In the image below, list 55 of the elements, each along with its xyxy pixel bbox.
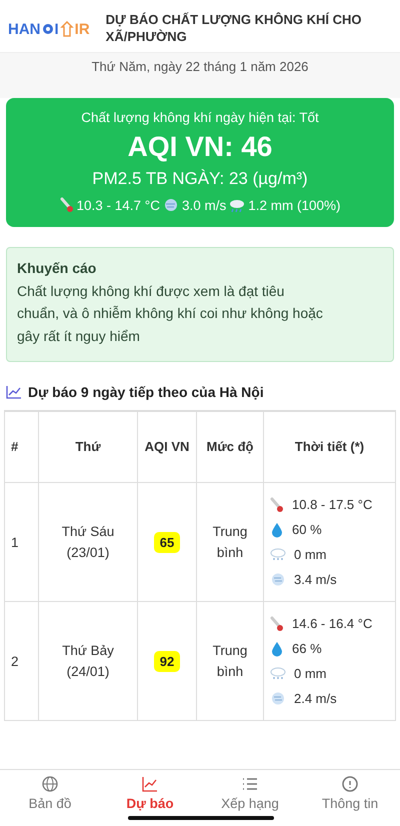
temperature-text: 10.8 - 17.5 °C xyxy=(292,497,372,512)
snow-cloud-icon xyxy=(270,666,286,682)
droplet-icon xyxy=(270,640,284,657)
droplet-icon xyxy=(270,522,284,538)
thermometer-icon xyxy=(270,496,284,513)
column-header: Mức độ xyxy=(196,412,264,483)
column-header: Thứ xyxy=(38,412,138,483)
temperature-text: 14.6 - 16.4 °C xyxy=(292,616,372,632)
nav-tab[interactable]: Bản đồ xyxy=(0,770,100,826)
day-text: Thứ Bảy xyxy=(62,642,114,660)
nav-tab[interactable]: Thông tin xyxy=(300,770,400,826)
day-text: Thứ Sáu xyxy=(62,522,114,541)
rain-text: 1.2 mm (100%) xyxy=(248,198,340,212)
page-title: DỰ BÁO CHẤT LƯỢNG KHÔNG KHÍ CHO XÃ/PHƯỜNG xyxy=(106,12,362,46)
advice-title: Khuyến cáo xyxy=(17,260,98,276)
thermometer-icon xyxy=(60,197,74,213)
thermometer-icon xyxy=(270,616,284,632)
globe-icon xyxy=(42,776,58,792)
humidity-text: 60 % xyxy=(292,522,322,538)
table-cell: 1 xyxy=(4,482,38,602)
line-chart-icon xyxy=(6,385,22,400)
column-header: # xyxy=(4,412,38,483)
date-text: (23/01) xyxy=(66,544,110,562)
aqi-badge: 92 xyxy=(154,650,180,672)
list-icon xyxy=(242,776,258,792)
nav-tab[interactable]: Dự báo xyxy=(100,770,200,826)
wind-text: 2.4 m/s xyxy=(294,691,337,706)
humidity-text: 66 % xyxy=(292,641,322,656)
wind-text: 3.0 m/s xyxy=(182,198,226,212)
table-cell: 2 xyxy=(4,602,38,721)
rain-text: 0 mm xyxy=(294,547,326,562)
column-header: AQI VN xyxy=(138,412,196,483)
aqi-value: AQI VN: 46 xyxy=(128,131,272,163)
wind-icon xyxy=(162,198,179,212)
column-header: Thời tiết (*) xyxy=(264,412,396,483)
advice-text: Chất lượng không khí được xem là đạt tiêu chuẩn, và ô nhiễm không khí coi như không hoặc gây rất ít nguy hiểm xyxy=(17,282,324,346)
wind-text: 3.4 m/s xyxy=(294,572,337,588)
rain-text: 0 mm xyxy=(294,666,326,682)
nav-tab[interactable]: Xếp hạng xyxy=(200,770,300,826)
pm25-text: PM2.5 TB NGÀY: 23 (µg/m³) xyxy=(92,169,308,189)
rain-cloud-icon xyxy=(229,198,246,212)
temperature-text: 10.3 - 14.7 °C xyxy=(76,198,160,212)
logo: HAN I IR xyxy=(8,20,90,38)
date-text: Thứ Năm, ngày 22 tháng 1 năm 2026 xyxy=(92,59,308,74)
quality-text: Chất lượng không khí ngày hiện tại: Tốt xyxy=(81,110,319,125)
line-chart-icon xyxy=(142,776,158,792)
wind-icon xyxy=(270,691,286,706)
info-icon xyxy=(342,776,358,792)
date-text: (24/01) xyxy=(66,663,110,682)
aqi-badge: 65 xyxy=(154,532,180,553)
table-cell: Trung bình xyxy=(196,482,264,602)
table-cell: Trung bình xyxy=(196,602,264,721)
wind-icon xyxy=(270,572,286,588)
section-heading: Dự báo 9 ngày tiếp theo của Hà Nội xyxy=(28,384,264,400)
snow-cloud-icon xyxy=(270,547,286,562)
